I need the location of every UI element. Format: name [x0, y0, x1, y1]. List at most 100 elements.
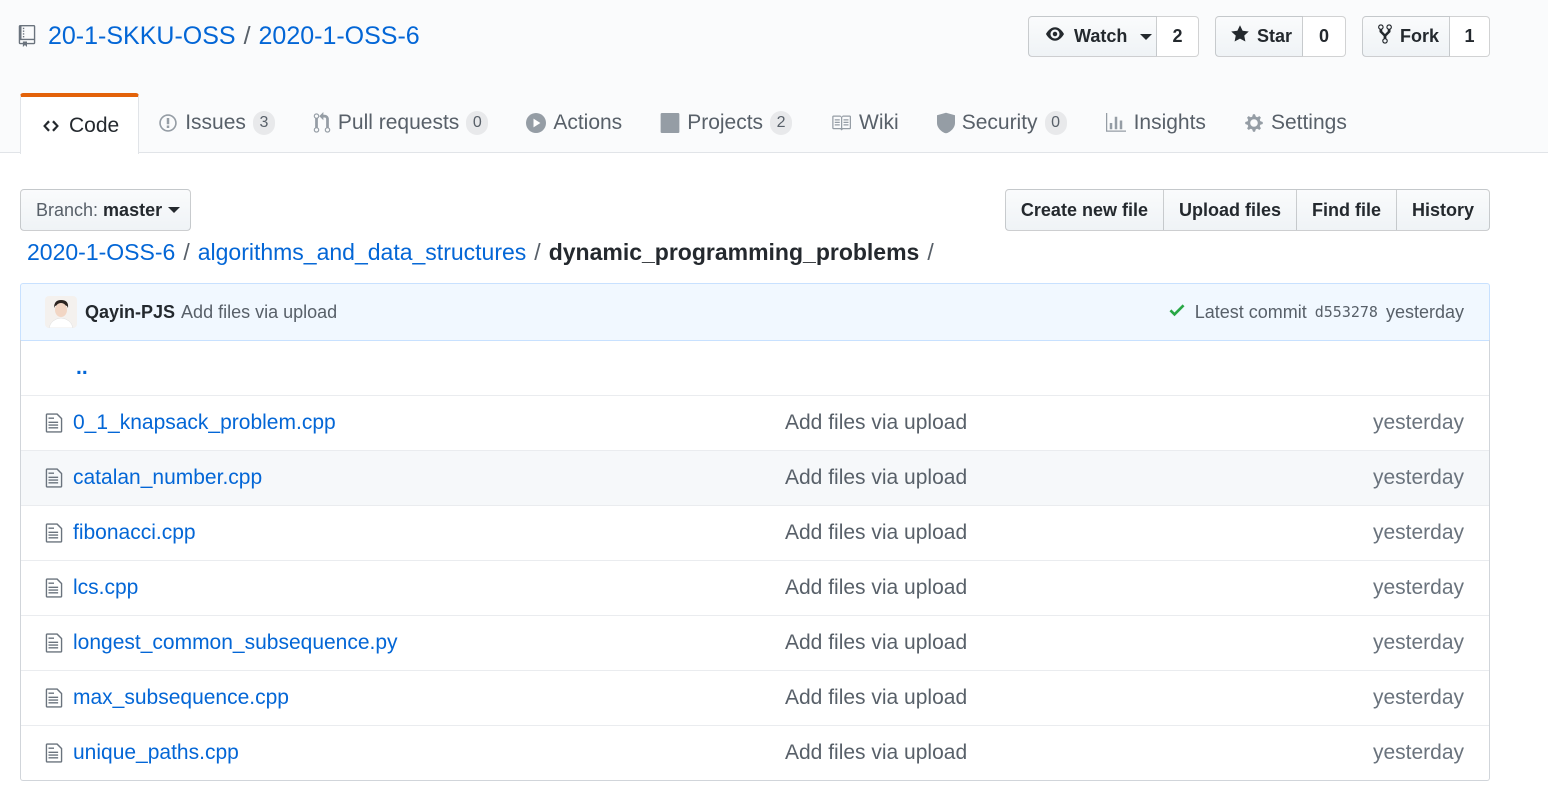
tab-pull-requests-label: Pull requests [337, 111, 460, 134]
breadcrumb-separator: / [927, 238, 934, 265]
file-actions: Create new file Upload files Find file H… [1004, 189, 1490, 231]
file-age: yesterday [1372, 521, 1464, 544]
tab-issues-label: Issues [185, 111, 246, 134]
chevron-down-icon [1140, 33, 1153, 40]
file-commit-message-link[interactable]: Add files via upload [785, 631, 1345, 655]
file-name-link[interactable]: longest_common_subsequence.py [73, 631, 785, 655]
graph-icon [1105, 113, 1127, 133]
breadcrumb-dir-link[interactable]: algorithms_and_data_structures [198, 239, 527, 266]
pagehead-actions: Watch 2 Star 0 Fork 1 [1028, 16, 1490, 57]
fork-count[interactable]: 1 [1450, 16, 1490, 57]
branch-prefix: Branch: [36, 199, 99, 220]
tab-projects-label: Projects [687, 111, 764, 134]
fork-label: Fork [1400, 26, 1440, 46]
repo-title-separator: / [243, 21, 251, 50]
file-age: yesterday [1372, 411, 1464, 434]
issue-icon [158, 113, 178, 133]
table-row: longest_common_subsequence.py Add files … [21, 615, 1489, 670]
chevron-down-icon [168, 207, 181, 213]
security-counter: 0 [1044, 111, 1067, 135]
file-name-link[interactable]: max_subsequence.cpp [73, 686, 785, 710]
file-icon [21, 742, 73, 764]
table-row: unique_paths.cpp Add files via upload ye… [21, 725, 1489, 780]
file-commit-message-link[interactable]: Add files via upload [785, 741, 1345, 765]
table-row: max_subsequence.cpp Add files via upload… [21, 670, 1489, 725]
repo-owner-link[interactable]: 20-1-SKKU-OSS [48, 22, 236, 51]
tab-security-label: Security [961, 111, 1038, 134]
file-commit-message-link[interactable]: Add files via upload [785, 466, 1345, 490]
play-icon [526, 113, 547, 133]
file-commit-message-link[interactable]: Add files via upload [785, 686, 1345, 710]
branch-name: master [103, 199, 163, 220]
file-name-link[interactable]: unique_paths.cpp [73, 741, 785, 765]
file-age: yesterday [1372, 741, 1464, 764]
fork-icon [1377, 23, 1393, 50]
tab-actions-label: Actions [553, 111, 623, 134]
tab-pull-requests[interactable]: Pull requests 0 [294, 93, 507, 153]
file-age: yesterday [1372, 686, 1464, 709]
file-icon [21, 412, 73, 434]
watch-count[interactable]: 2 [1157, 16, 1199, 57]
tab-insights[interactable]: Insights [1086, 93, 1225, 153]
tab-settings[interactable]: Settings [1225, 93, 1366, 153]
pull-requests-counter: 0 [466, 111, 489, 135]
breadcrumb-current: dynamic_programming_problems [548, 238, 920, 265]
projects-counter: 2 [770, 111, 793, 135]
table-row: catalan_number.cpp Add files via upload … [21, 450, 1489, 505]
tab-code-label: Code [69, 113, 120, 137]
fork-button[interactable]: Fork [1362, 16, 1450, 57]
tab-issues[interactable]: Issues 3 [139, 93, 294, 153]
breadcrumb-separator: / [183, 238, 190, 265]
commit-meta: Latest commit d553278 yesterday [1167, 300, 1464, 325]
project-icon [660, 113, 680, 133]
history-button[interactable]: History [1396, 189, 1490, 231]
commit-author-link[interactable]: Qayin-PJS [85, 302, 175, 323]
code-icon [40, 117, 62, 135]
tab-insights-label: Insights [1133, 111, 1206, 134]
tab-projects[interactable]: Projects 2 [641, 93, 811, 153]
star-label: Star [1257, 26, 1293, 46]
breadcrumb: 2020-1-OSS-6 / algorithms_and_data_struc… [27, 236, 942, 268]
tab-security[interactable]: Security 0 [918, 93, 1086, 153]
git-pull-request-icon [313, 112, 331, 134]
file-name-link[interactable]: fibonacci.cpp [73, 521, 785, 545]
file-icon [21, 577, 73, 599]
file-commit-message-link[interactable]: Add files via upload [785, 521, 1345, 545]
file-icon [21, 522, 73, 544]
repo-title: 20-1-SKKU-OSS / 2020-1-OSS-6 [18, 19, 420, 53]
watch-group: Watch 2 [1028, 16, 1199, 57]
tab-actions[interactable]: Actions [507, 93, 641, 153]
file-commit-message-link[interactable]: Add files via upload [785, 576, 1345, 600]
avatar[interactable] [45, 296, 77, 328]
repo-name-link[interactable]: 2020-1-OSS-6 [259, 22, 420, 51]
repo-book-icon [18, 24, 38, 48]
table-row: lcs.cpp Add files via upload yesterday [21, 560, 1489, 615]
file-icon [21, 632, 73, 654]
fork-group: Fork 1 [1362, 16, 1490, 57]
watch-button[interactable]: Watch [1028, 16, 1157, 57]
commit-message-link[interactable]: Add files via upload [181, 302, 337, 323]
eye-icon [1043, 25, 1067, 48]
table-row: fibonacci.cpp Add files via upload yeste… [21, 505, 1489, 560]
file-name-link[interactable]: 0_1_knapsack_problem.cpp [73, 411, 785, 435]
file-icon [21, 687, 73, 709]
star-count[interactable]: 0 [1303, 16, 1346, 57]
file-age: yesterday [1372, 576, 1464, 599]
commit-sha-link[interactable]: d553278 [1315, 303, 1378, 321]
repo-header: 20-1-SKKU-OSS / 2020-1-OSS-6 Watch 2 Sta… [0, 0, 1548, 154]
upload-files-button[interactable]: Upload files [1163, 189, 1297, 231]
parent-directory-link[interactable]: .. [76, 356, 88, 380]
file-name-link[interactable]: lcs.cpp [73, 576, 785, 600]
branch-select-button[interactable]: Branch: master [20, 189, 191, 231]
file-commit-message-link[interactable]: Add files via upload [785, 411, 1345, 435]
issues-counter: 3 [252, 111, 275, 135]
tab-code[interactable]: Code [20, 93, 140, 154]
breadcrumb-root-link[interactable]: 2020-1-OSS-6 [27, 239, 175, 266]
create-new-file-button[interactable]: Create new file [1004, 189, 1164, 231]
file-age: yesterday [1372, 631, 1464, 654]
tab-wiki[interactable]: Wiki [811, 93, 918, 153]
file-name-link[interactable]: catalan_number.cpp [73, 466, 785, 490]
star-button[interactable]: Star [1215, 16, 1303, 57]
table-row: 0_1_knapsack_problem.cpp Add files via u… [21, 395, 1489, 450]
find-file-button[interactable]: Find file [1296, 189, 1397, 231]
